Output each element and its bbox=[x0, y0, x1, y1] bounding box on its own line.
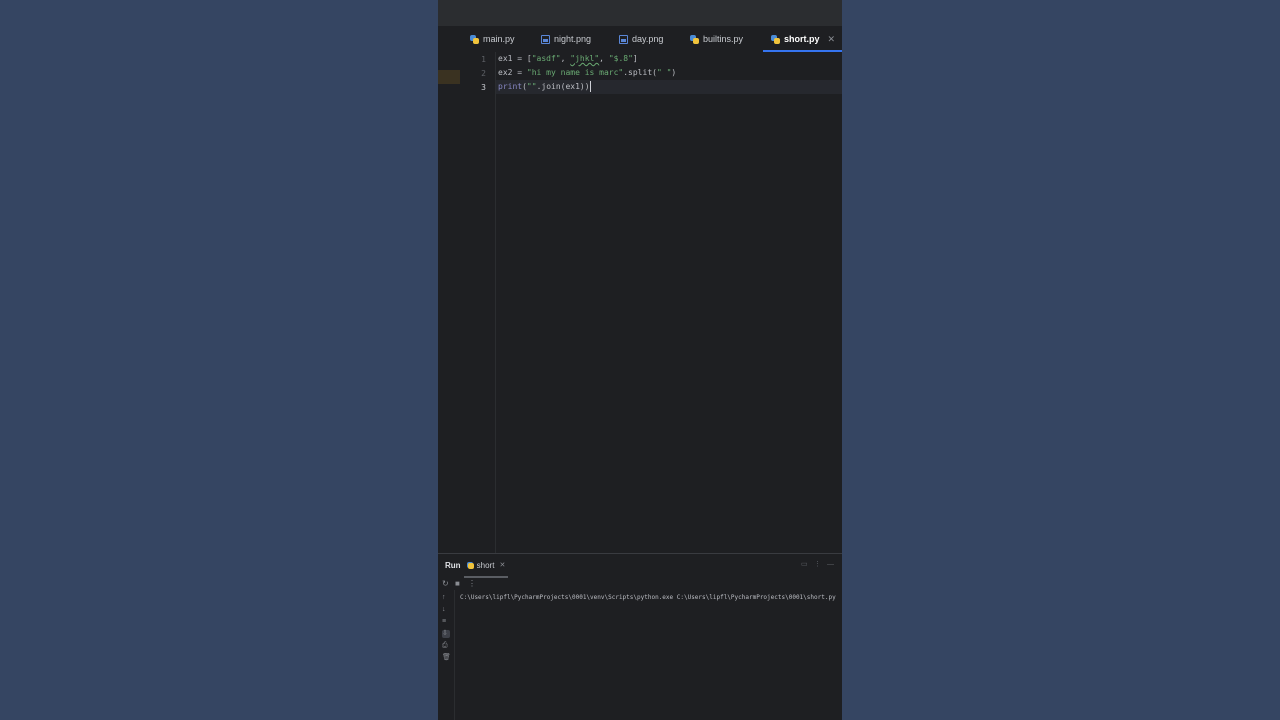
code-line-1[interactable]: ex1 = ["asdf", "jhkl", "$.8"] bbox=[498, 52, 638, 66]
editor-tab-bar: main.py night.png day.png builtins.py sh… bbox=[438, 26, 842, 53]
tab-night-png[interactable]: night.png bbox=[541, 26, 591, 52]
rerun-icon[interactable]: ↻ bbox=[442, 580, 450, 588]
tab-label: builtins.py bbox=[703, 34, 744, 44]
run-panel-header: Run short ✕ ▭ ⋮ — bbox=[438, 554, 842, 578]
close-tab-icon[interactable]: ✕ bbox=[828, 34, 836, 45]
arrow-down-icon[interactable]: ↓ bbox=[442, 606, 450, 614]
line-number: 1 bbox=[481, 55, 486, 64]
tab-builtins-py[interactable]: builtins.py bbox=[690, 26, 743, 52]
panel-header-actions: ▭ ⋮ — bbox=[801, 561, 834, 568]
python-file-icon bbox=[466, 561, 474, 569]
more-options-icon[interactable]: ⋮ bbox=[814, 561, 821, 568]
print-icon[interactable]: ⎙ bbox=[442, 642, 450, 650]
soft-wrap-icon[interactable]: ≡ bbox=[442, 618, 450, 626]
line-number: 2 bbox=[481, 69, 486, 78]
tab-label: short.py bbox=[784, 34, 820, 44]
tab-label: day.png bbox=[632, 34, 664, 44]
console-side-toolbar: ↑ ↓ ≡ ⇩ ⎙ 🗑 bbox=[438, 594, 454, 720]
code-line-3[interactable]: print("".join(ex1)) bbox=[498, 80, 591, 94]
scroll-to-end-icon[interactable]: ⇩ bbox=[442, 630, 450, 638]
arrow-up-icon[interactable]: ↑ bbox=[442, 594, 450, 602]
run-panel-title: Run bbox=[445, 561, 461, 570]
console-divider bbox=[454, 590, 455, 720]
console-output[interactable]: C:\Users\lipfl\PycharmProjects\0001\venv… bbox=[460, 594, 840, 601]
tab-day-png[interactable]: day.png bbox=[619, 26, 663, 52]
run-tool-window: Run short ✕ ▭ ⋮ — ↻ ■ ⋮ ↑ ↓ ≡ ⇩ ⎙ 🗑 C:\U… bbox=[438, 553, 842, 720]
more-icon[interactable]: ⋮ bbox=[468, 580, 476, 588]
run-config-tab[interactable]: short ✕ bbox=[464, 554, 508, 578]
stop-icon[interactable]: ■ bbox=[455, 580, 463, 588]
python-file-icon bbox=[771, 34, 780, 44]
python-file-icon bbox=[470, 34, 479, 44]
tab-short-py[interactable]: short.py ✕ bbox=[762, 26, 842, 52]
run-config-label: short bbox=[476, 560, 495, 570]
ide-window: main.py night.png day.png builtins.py sh… bbox=[438, 0, 842, 720]
trash-icon[interactable]: 🗑 bbox=[442, 654, 451, 662]
line-number-current: 3 bbox=[481, 83, 486, 92]
text-cursor bbox=[589, 81, 591, 92]
code-line-2[interactable]: ex2 = "hi my name is marc".split(" ") bbox=[498, 66, 676, 80]
close-run-tab-icon[interactable]: ✕ bbox=[499, 561, 505, 569]
tab-label: main.py bbox=[483, 34, 515, 44]
title-bar bbox=[438, 0, 842, 26]
code-editor[interactable]: 1 2 3 ex1 = ["asdf", "jhkl", "$.8"] ex2 … bbox=[438, 52, 842, 553]
run-toolbar: ↻ ■ ⋮ bbox=[442, 580, 476, 588]
python-file-icon bbox=[690, 34, 699, 44]
image-file-icon bbox=[619, 34, 628, 44]
line-number-gutter: 1 2 3 bbox=[438, 52, 496, 553]
tab-label: night.png bbox=[554, 34, 592, 44]
minimize-icon[interactable]: — bbox=[827, 561, 834, 568]
image-file-icon bbox=[541, 34, 550, 44]
tab-main-py[interactable]: main.py bbox=[470, 26, 515, 52]
layout-icon[interactable]: ▭ bbox=[801, 561, 808, 568]
